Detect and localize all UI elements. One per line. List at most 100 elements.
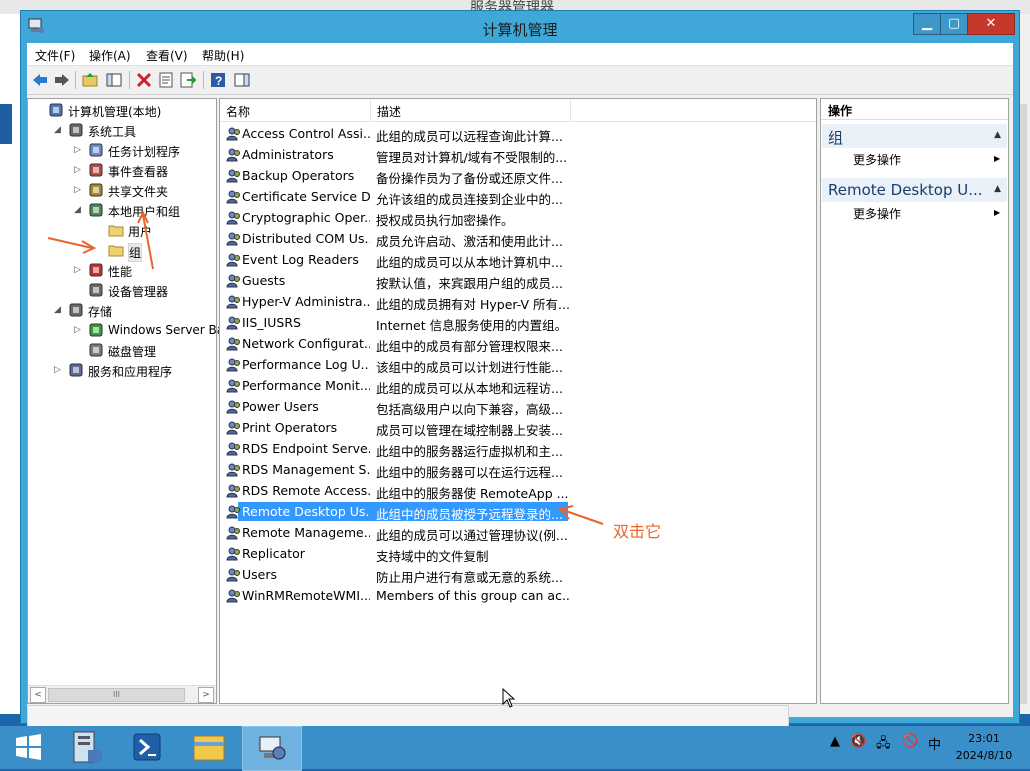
help-icon[interactable]: ? — [209, 71, 227, 89]
group-row[interactable]: Event Log Readers 此组的成员可以从本地计算机中... — [222, 250, 812, 271]
tree-item[interactable]: ◢ 存储 — [30, 301, 212, 321]
group-description: 支持域中的文件复制 — [376, 549, 489, 564]
clock[interactable]: 23:01 2024/8/10 — [950, 730, 1018, 764]
group-row[interactable]: Remote Manageme... 此组的成员可以通过管理协议(例... — [222, 523, 812, 544]
group-row[interactable]: Performance Monit... 此组的成员可以从本地和远程访... — [222, 376, 812, 397]
column-name-header[interactable]: 名称 — [226, 103, 250, 120]
section-title: Remote Desktop U... — [828, 181, 983, 199]
group-description: 此组中的成员有部分管理权限来... — [376, 339, 563, 354]
actions-section-groups[interactable]: 组 ▲ — [822, 124, 1007, 148]
group-row[interactable]: RDS Endpoint Serve... 此组中的服务器运行虚拟机和主... — [222, 439, 812, 460]
scroll-thumb[interactable]: III — [48, 688, 185, 702]
export-list-icon[interactable] — [179, 71, 197, 89]
column-desc-header[interactable]: 描述 — [377, 103, 401, 120]
server-manager-icon[interactable] — [58, 726, 116, 769]
storage-icon — [69, 303, 83, 317]
menu-file[interactable]: 文件(F) — [35, 47, 75, 64]
group-row[interactable]: Power Users 包括高级用户以向下兼容，高级... — [222, 397, 812, 418]
group-row[interactable]: Network Configurat... 此组中的成员有部分管理权限来... — [222, 334, 812, 355]
tree-horizontal-scrollbar[interactable]: < III > — [28, 685, 216, 703]
more-actions-link[interactable]: 更多操作 — [853, 151, 901, 168]
tree-expander-icon[interactable]: ▷ — [74, 145, 81, 155]
tree-expander-icon[interactable]: ▷ — [54, 365, 61, 375]
group-row[interactable]: Replicator 支持域中的文件复制 — [222, 544, 812, 565]
show-hide-action-icon[interactable] — [233, 71, 251, 89]
maximize-button[interactable]: ▢ — [940, 13, 968, 35]
background-strip — [0, 104, 12, 144]
group-name: Backup Operators — [242, 168, 355, 183]
menu-action[interactable]: 操作(A) — [89, 47, 131, 64]
tree-item[interactable]: 计算机管理(本地) — [30, 101, 212, 121]
tree-item[interactable]: ▷ 任务计划程序 — [30, 141, 212, 161]
minimize-button[interactable]: ▁ — [913, 13, 941, 35]
group-row[interactable]: WinRMRemoteWMI... Members of this group c… — [222, 586, 812, 607]
tree-expander-icon[interactable]: ▷ — [74, 325, 81, 335]
tree-item[interactable]: 设备管理器 — [30, 281, 212, 301]
group-row[interactable]: Performance Log U... 该组中的成员可以计划进行性能... — [222, 355, 812, 376]
annotation-arrows — [47, 210, 154, 270]
actions-section-remote-desktop[interactable]: Remote Desktop U... ▲ — [822, 178, 1007, 202]
more-actions-link[interactable]: 更多操作 — [853, 205, 901, 222]
file-explorer-icon[interactable] — [180, 726, 238, 769]
back-icon[interactable] — [31, 71, 49, 89]
show-hidden-icons-icon[interactable]: ▲ — [830, 734, 840, 749]
background-scroll-thumb[interactable] — [1019, 104, 1027, 704]
tree-item[interactable]: ▷ 事件查看器 — [30, 161, 212, 181]
start-icon[interactable] — [8, 726, 48, 769]
delete-icon[interactable] — [135, 71, 153, 89]
group-row[interactable]: Users 防止用户进行有意或无意的系统... — [222, 565, 812, 586]
tree-expander-icon[interactable]: ▷ — [74, 185, 81, 195]
show-hide-tree-icon[interactable] — [105, 71, 123, 89]
group-row[interactable]: Remote Desktop Us... 此组中的成员被授予远程登录的... — [222, 502, 812, 523]
tree-item[interactable]: ▷ 服务和应用程序 — [30, 361, 212, 381]
collapse-icon[interactable]: ▲ — [994, 184, 1001, 194]
group-icon — [226, 379, 240, 393]
scroll-right-icon[interactable]: > — [198, 687, 214, 703]
group-icon — [226, 526, 240, 540]
group-row[interactable]: Hyper-V Administra... 此组的成员拥有对 Hyper-V 所有… — [222, 292, 812, 313]
group-row[interactable]: Certificate Service D... 允许该组的成员连接到企业中的..… — [222, 187, 812, 208]
up-folder-icon[interactable] — [81, 71, 99, 89]
menu-view[interactable]: 查看(V) — [146, 47, 188, 64]
maximize-icon: ▢ — [947, 16, 961, 31]
group-row[interactable]: RDS Management S... 此组中的服务器可以在运行远程... — [222, 460, 812, 481]
powershell-icon[interactable] — [118, 726, 176, 769]
taskbar-computer-management[interactable] — [242, 726, 302, 771]
close-button[interactable]: ✕ — [967, 13, 1015, 35]
tree-expander-icon[interactable]: ◢ — [54, 125, 61, 135]
actions-header: 操作 — [821, 99, 1008, 120]
volume-icon[interactable]: 🔇 — [850, 734, 866, 749]
group-row[interactable]: Guests 按默认值，来宾跟用户组的成员... — [222, 271, 812, 292]
menu-help[interactable]: 帮助(H) — [202, 47, 244, 64]
column-separator[interactable] — [370, 99, 371, 121]
title-bar[interactable]: 计算机管理 ▁ ▢ ✕ — [21, 11, 1019, 43]
group-row[interactable]: Access Control Assi... 此组的成员可以远程查询此计算... — [222, 124, 812, 145]
status-bar — [27, 705, 1013, 727]
tree-item[interactable]: ▷ 共享文件夹 — [30, 181, 212, 201]
scroll-left-icon[interactable]: < — [30, 687, 46, 703]
properties-icon[interactable] — [157, 71, 175, 89]
tree-expander-icon[interactable]: ▷ — [74, 165, 81, 175]
tree-item[interactable]: ◢ 系统工具 — [30, 121, 212, 141]
tree-item[interactable]: 磁盘管理 — [30, 341, 212, 361]
group-row[interactable]: Cryptographic Oper... 授权成员执行加密操作。 — [222, 208, 812, 229]
tree-item[interactable]: ▷ Windows Server Back — [30, 321, 238, 341]
group-icon — [226, 589, 240, 603]
group-row[interactable]: Backup Operators 备份操作员为了备份或还原文件... — [222, 166, 812, 187]
group-row[interactable]: RDS Remote Access... 此组中的服务器使 RemoteApp .… — [222, 481, 812, 502]
network-icon[interactable]: 🖧 — [876, 734, 891, 756]
group-name: Hyper-V Administra... — [242, 294, 370, 309]
group-icon — [226, 568, 240, 582]
group-icon — [226, 463, 240, 477]
action-center-icon[interactable]: 🚫 — [902, 734, 918, 749]
tree-expander-icon[interactable]: ◢ — [54, 305, 61, 315]
forward-icon[interactable] — [53, 71, 71, 89]
group-row[interactable]: Distributed COM Us... 成员允许启动、激活和使用此计... — [222, 229, 812, 250]
group-row[interactable]: Administrators 管理员对计算机/域有不受限制的... — [222, 145, 812, 166]
group-row[interactable]: Print Operators 成员可以管理在域控制器上安装... — [222, 418, 812, 439]
column-separator[interactable] — [570, 99, 571, 121]
input-method-indicator[interactable]: 中 — [928, 734, 941, 753]
group-icon — [226, 505, 240, 519]
group-row[interactable]: IIS_IUSRS Internet 信息服务使用的内置组。 — [222, 313, 812, 334]
collapse-icon[interactable]: ▲ — [994, 130, 1001, 140]
